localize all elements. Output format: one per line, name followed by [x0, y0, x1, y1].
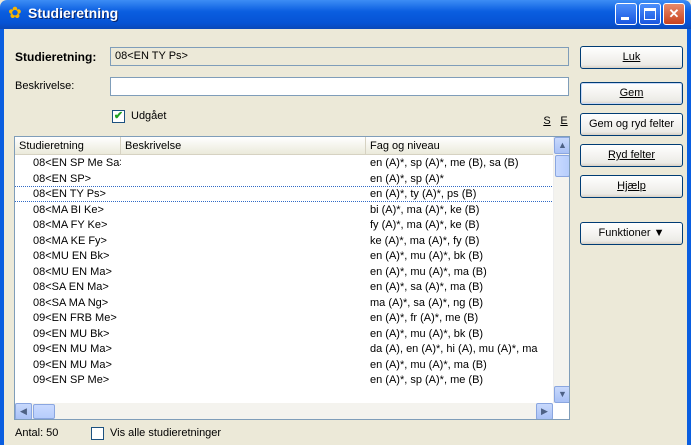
- window-frame-right: [687, 29, 691, 445]
- luk-button[interactable]: Luk: [580, 46, 683, 69]
- table-row[interactable]: 09<EN FRB Me> en (A)*, fr (A)*, me (B): [15, 311, 553, 325]
- maximize-icon: [644, 8, 656, 20]
- cell-studieretning: 09<EN MU Ma>: [33, 358, 112, 371]
- cell-studieretning: 09<EN MU Ma>: [33, 343, 112, 355]
- cell-fag-og-niveau: en (A)*, sp (A)*, me (B): [370, 374, 484, 386]
- gem-og-ryd-label: Gem og ryd felter: [589, 118, 674, 130]
- table-row[interactable]: 08<MU EN Bk> en (A)*, mu (A)*, bk (B): [15, 249, 553, 263]
- hjaelp-button[interactable]: Hjælp: [580, 175, 683, 198]
- ryd-felter-button[interactable]: Ryd felter: [580, 144, 683, 167]
- cell-fag-og-niveau: en (A)*, ty (A)*, ps (B): [370, 188, 477, 200]
- cell-fag-og-niveau: en (A)*, mu (A)*, ma (B): [370, 358, 487, 371]
- cell-studieretning: 08<MA BI Ke>: [33, 203, 104, 216]
- cell-studieretning: 08<EN TY Ps>: [33, 188, 106, 200]
- cell-fag-og-niveau: bi (A)*, ma (A)*, ke (B): [370, 203, 480, 216]
- vis-alle-checkbox[interactable]: [91, 427, 104, 440]
- app-icon: ✿: [8, 5, 22, 22]
- table-row[interactable]: 08<SA EN Ma> en (A)*, sa (A)*, ma (B): [15, 280, 553, 294]
- cell-studieretning: 08<MA KE Fy>: [33, 234, 107, 247]
- scroll-thumb[interactable]: [555, 155, 569, 177]
- dropdown-arrow-icon: ▼: [653, 227, 665, 239]
- minimize-button[interactable]: [615, 3, 637, 25]
- gem-og-ryd-felter-button[interactable]: Gem og ryd felter: [580, 113, 683, 136]
- cell-fag-og-niveau: en (A)*, sa (A)*, ma (B): [370, 281, 484, 293]
- cell-fag-og-niveau: en (A)*, sp (A)*, me (B), sa (B): [370, 157, 519, 169]
- column-header-studieretning[interactable]: Studieretning: [15, 137, 121, 155]
- cell-fag-og-niveau: en (A)*, sp (A)*: [370, 172, 444, 185]
- udgaaet-checkbox[interactable]: ✔: [112, 110, 125, 123]
- studieretning-field[interactable]: 08<EN TY Ps>: [110, 47, 569, 66]
- funktioner-button[interactable]: Funktioner ▼: [580, 222, 683, 245]
- column-header-fag[interactable]: Fag og niveau: [366, 137, 553, 155]
- cell-studieretning: 08<MU EN Ma>: [33, 265, 112, 278]
- scroll-up-icon[interactable]: ▲: [554, 137, 569, 154]
- udgaaet-label: Udgået: [131, 110, 167, 122]
- hjaelp-label: Hjælp: [617, 180, 646, 192]
- table-row[interactable]: 08<EN TY Ps> en (A)*, ty (A)*, ps (B): [15, 186, 554, 202]
- table-row[interactable]: 08<MA KE Fy> ke (A)*, ma (A)*, fy (B): [15, 234, 553, 248]
- grid-header: Studieretning Beskrivelse Fag og niveau: [15, 137, 553, 155]
- hscroll-thumb[interactable]: [33, 404, 55, 419]
- window-frame-left: [0, 29, 4, 445]
- table-row[interactable]: 08<EN SP Me Sa> en (A)*, sp (A)*, me (B),…: [15, 156, 553, 170]
- table-row[interactable]: 09<EN MU Ma> da (A), en (A)*, hi (A), mu …: [15, 342, 553, 356]
- ryd-felter-label: Ryd felter: [607, 149, 656, 161]
- maximize-button[interactable]: [639, 3, 661, 25]
- cell-fag-og-niveau: en (A)*, mu (A)*, bk (B): [370, 250, 484, 262]
- gem-button-label: Gem: [619, 87, 644, 99]
- cell-fag-og-niveau: ma (A)*, sa (A)*, ng (B): [370, 296, 484, 309]
- antal-count: Antal: 50: [15, 427, 59, 439]
- e-button[interactable]: E: [557, 115, 571, 131]
- cell-studieretning: 09<EN FRB Me>: [33, 312, 117, 324]
- minimize-icon: [621, 17, 629, 20]
- beskrivelse-label: Beskrivelse:: [15, 80, 75, 92]
- beskrivelse-input[interactable]: [110, 77, 569, 96]
- luk-button-label: Luk: [622, 51, 641, 63]
- scroll-right-icon[interactable]: ▶: [536, 403, 553, 419]
- scroll-down-icon[interactable]: ▼: [554, 386, 569, 403]
- table-row[interactable]: 08<EN SP> en (A)*, sp (A)*: [15, 172, 553, 186]
- scroll-left-icon[interactable]: ◀: [15, 403, 32, 419]
- vis-alle-label: Vis alle studieretninger: [110, 427, 222, 439]
- gem-button[interactable]: Gem: [580, 82, 683, 105]
- cell-studieretning: 08<MU EN Bk>: [33, 250, 110, 262]
- cell-studieretning: 08<SA EN Ma>: [33, 281, 109, 293]
- studieretning-grid[interactable]: Studieretning Beskrivelse Fag og niveau …: [14, 136, 570, 420]
- cell-fag-og-niveau: en (A)*, fr (A)*, me (B): [370, 312, 479, 324]
- close-icon: ✕: [668, 6, 680, 21]
- studieretning-label: Studieretning:: [15, 50, 97, 64]
- cell-studieretning: 08<EN SP Me Sa>: [33, 157, 121, 169]
- table-row[interactable]: 09<EN MU Bk> en (A)*, mu (A)*, bk (B): [15, 327, 553, 341]
- title-bar: ✿ Studieretning ✕: [0, 0, 691, 29]
- funktioner-label: Funktioner: [598, 227, 651, 239]
- cell-fag-og-niveau: fy (A)*, ma (A)*, ke (B): [370, 219, 480, 231]
- table-row[interactable]: 08<MA FY Ke> fy (A)*, ma (A)*, ke (B): [15, 218, 553, 232]
- cell-studieretning: 08<SA MA Ng>: [33, 296, 109, 309]
- column-header-beskrivelse[interactable]: Beskrivelse: [121, 137, 366, 155]
- cell-fag-og-niveau: en (A)*, mu (A)*, ma (B): [370, 265, 487, 278]
- table-row[interactable]: 08<SA MA Ng> ma (A)*, sa (A)*, ng (B): [15, 296, 553, 310]
- close-button[interactable]: ✕: [663, 3, 685, 25]
- s-button[interactable]: S: [540, 115, 554, 131]
- vertical-scrollbar[interactable]: ▲ ▼: [553, 137, 569, 403]
- cell-studieretning: 09<EN MU Bk>: [33, 327, 110, 340]
- table-row[interactable]: 08<MU EN Ma> en (A)*, mu (A)*, ma (B): [15, 265, 553, 279]
- table-row[interactable]: 08<MA BI Ke> bi (A)*, ma (A)*, ke (B): [15, 203, 553, 217]
- window-title: Studieretning: [28, 5, 119, 21]
- table-row[interactable]: 09<EN MU Ma> en (A)*, mu (A)*, ma (B): [15, 358, 553, 372]
- horizontal-scrollbar[interactable]: ◀ ▶: [15, 403, 553, 419]
- cell-studieretning: 08<MA FY Ke>: [33, 219, 108, 231]
- cell-fag-og-niveau: en (A)*, mu (A)*, bk (B): [370, 327, 484, 340]
- table-row[interactable]: 09<EN SP Me> en (A)*, sp (A)*, me (B): [15, 373, 553, 387]
- cell-studieretning: 09<EN SP Me>: [33, 374, 110, 386]
- cell-studieretning: 08<EN SP>: [33, 172, 92, 185]
- cell-fag-og-niveau: ke (A)*, ma (A)*, fy (B): [370, 234, 480, 247]
- cell-fag-og-niveau: da (A), en (A)*, hi (A), mu (A)*, ma: [370, 343, 538, 355]
